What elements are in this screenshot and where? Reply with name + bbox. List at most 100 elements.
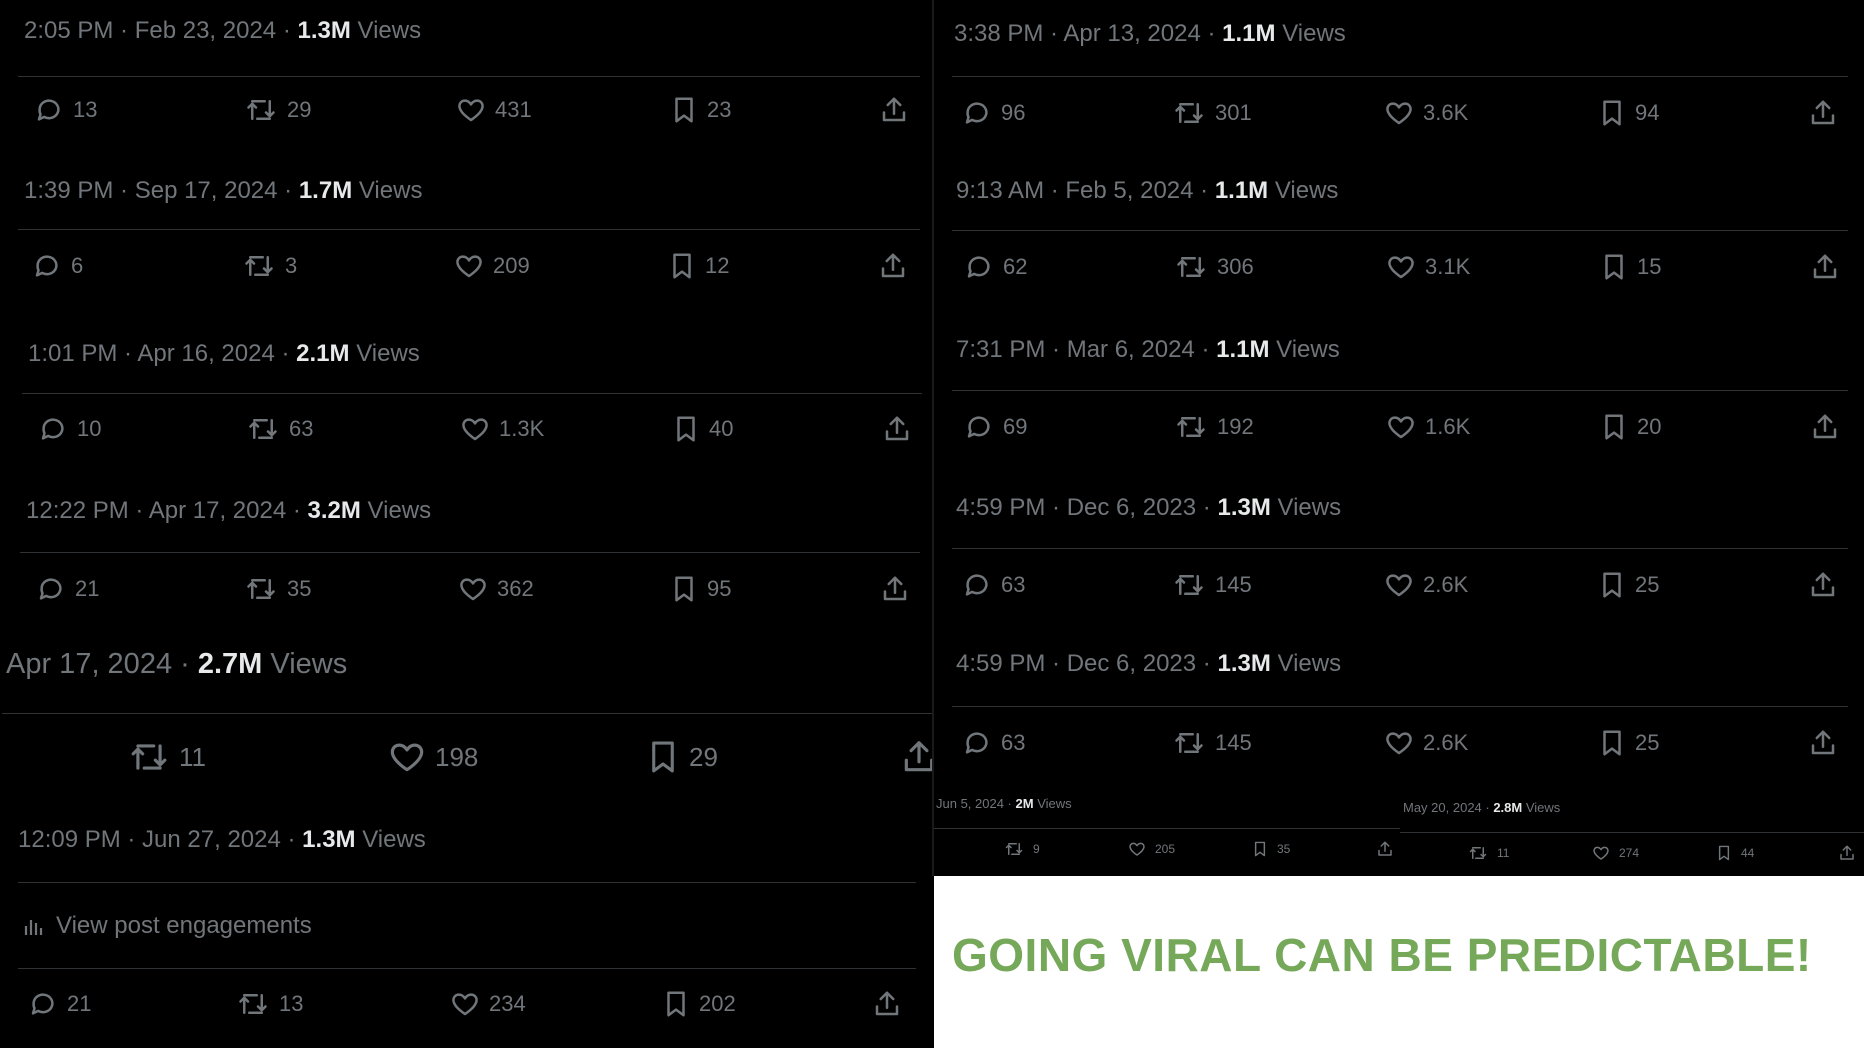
bookmark-button[interactable]: 25: [1598, 728, 1659, 758]
bookmark-button[interactable]: 20: [1600, 412, 1661, 442]
bookmark-button[interactable]: 12: [668, 251, 729, 281]
share-button[interactable]: [900, 738, 932, 776]
tweet-card: 12:09 PM · Jun 27, 2024 · 1.3M Views Vie…: [2, 806, 932, 1048]
bookmark-button[interactable]: 40: [672, 414, 733, 444]
repost-icon: [1175, 103, 1203, 123]
bookmark-button[interactable]: 44: [1716, 844, 1754, 862]
share-button[interactable]: [1808, 570, 1838, 600]
reply-icon: [965, 574, 988, 596]
divider: [20, 552, 920, 553]
share-icon: [881, 253, 905, 278]
bookmark-button[interactable]: 23: [670, 95, 731, 125]
repost-icon: [1175, 733, 1203, 753]
reply-button[interactable]: 6: [32, 251, 83, 281]
share-button[interactable]: [872, 989, 902, 1019]
share-button[interactable]: [1808, 98, 1838, 128]
share-icon: [882, 97, 906, 122]
repost-icon: [1177, 417, 1205, 437]
heart-icon: [1386, 574, 1412, 597]
reply-button[interactable]: 69: [964, 412, 1027, 442]
repost-button[interactable]: 306: [1174, 252, 1254, 282]
share-button[interactable]: [1838, 844, 1856, 862]
divider: [952, 548, 1848, 549]
like-button[interactable]: 2.6K: [1384, 570, 1468, 600]
share-button[interactable]: [878, 251, 908, 281]
share-icon: [885, 416, 909, 441]
like-button[interactable]: 198: [388, 738, 478, 776]
share-button[interactable]: [1376, 840, 1394, 858]
repost-button[interactable]: 9: [1004, 840, 1040, 858]
bookmark-button[interactable]: 25: [1598, 570, 1659, 600]
repost-icon: [247, 100, 275, 120]
tweet-card: Jun 5, 2024 · 2M Views 9 205 35: [934, 784, 1400, 876]
like-button[interactable]: 431: [456, 95, 532, 125]
bookmark-icon: [1718, 845, 1730, 861]
like-button[interactable]: 3.1K: [1386, 252, 1470, 282]
like-button[interactable]: 2.6K: [1384, 728, 1468, 758]
share-button[interactable]: [882, 414, 912, 444]
share-icon: [904, 741, 932, 772]
tweet-timestamp-line: Apr 17, 2024 · 2.7M Views: [6, 648, 348, 680]
repost-button[interactable]: 3: [242, 251, 297, 281]
share-icon: [1811, 572, 1835, 597]
repost-icon: [1469, 847, 1487, 859]
share-button[interactable]: [880, 574, 910, 604]
share-button[interactable]: [879, 95, 909, 125]
reply-button[interactable]: 63: [962, 570, 1025, 600]
heart-icon: [460, 578, 486, 601]
heart-icon: [462, 418, 488, 441]
reply-button[interactable]: 63: [962, 728, 1025, 758]
repost-button[interactable]: 11: [1468, 844, 1509, 862]
repost-button[interactable]: 192: [1174, 412, 1254, 442]
like-button[interactable]: 234: [450, 989, 526, 1019]
divider: [952, 390, 1848, 391]
tweet-timestamp-line: May 20, 2024 · 2.8M Views: [1403, 800, 1561, 815]
repost-button[interactable]: 63: [246, 414, 313, 444]
bookmark-button[interactable]: 95: [670, 574, 731, 604]
like-button[interactable]: 205: [1128, 840, 1175, 858]
like-button[interactable]: 1.3K: [460, 414, 544, 444]
repost-button[interactable]: 29: [244, 95, 311, 125]
bookmark-button[interactable]: 202: [662, 989, 736, 1019]
bookmark-icon: [1605, 254, 1623, 280]
reply-button[interactable]: 62: [964, 252, 1027, 282]
repost-button[interactable]: 35: [244, 574, 311, 604]
tweet-card: May 20, 2024 · 2.8M Views 11 274 44: [1400, 784, 1864, 876]
tweet-timestamp-line: 3:38 PM · Apr 13, 2024 · 1.1M Views: [954, 20, 1346, 47]
repost-button[interactable]: 13: [236, 989, 303, 1019]
bookmark-button[interactable]: 35: [1252, 840, 1290, 858]
like-button[interactable]: 209: [454, 251, 530, 281]
reply-button[interactable]: 21: [36, 574, 99, 604]
share-icon: [1840, 845, 1854, 860]
tweet-timestamp-line: 1:01 PM · Apr 16, 2024 · 2.1M Views: [28, 340, 420, 367]
reply-button[interactable]: 96: [962, 98, 1025, 128]
tweet-card: Apr 17, 2024 · 2.7M Views 11 198 29: [2, 628, 932, 804]
headline-banner: GOING VIRAL CAN BE PREDICTABLE!: [934, 876, 1864, 1048]
like-button[interactable]: 274: [1592, 844, 1639, 862]
reply-button[interactable]: 21: [28, 989, 91, 1019]
share-button[interactable]: [1810, 252, 1840, 282]
repost-button[interactable]: 11: [128, 738, 206, 776]
reply-icon: [35, 255, 58, 277]
share-button[interactable]: [1808, 728, 1838, 758]
repost-button[interactable]: 145: [1172, 728, 1252, 758]
heart-icon: [1129, 842, 1145, 856]
bookmark-button[interactable]: 15: [1600, 252, 1661, 282]
heart-icon: [452, 993, 478, 1016]
like-button[interactable]: 1.6K: [1386, 412, 1470, 442]
reply-button[interactable]: 13: [34, 95, 97, 125]
like-button[interactable]: 3.6K: [1384, 98, 1468, 128]
bookmark-icon: [673, 253, 691, 279]
bookmark-button[interactable]: 94: [1598, 98, 1659, 128]
view-engagements-link[interactable]: View post engagements: [22, 912, 312, 940]
like-button[interactable]: 362: [458, 574, 534, 604]
share-button[interactable]: [1810, 412, 1840, 442]
heart-icon: [458, 99, 484, 122]
bar-chart-icon: [24, 920, 43, 935]
tweet-card: 3:38 PM · Apr 13, 2024 · 1.1M Views 96 3…: [936, 0, 1864, 156]
repost-button[interactable]: 145: [1172, 570, 1252, 600]
bookmark-button[interactable]: 29: [646, 738, 718, 776]
share-icon: [1813, 414, 1837, 439]
repost-button[interactable]: 301: [1172, 98, 1252, 128]
reply-button[interactable]: 10: [38, 414, 101, 444]
